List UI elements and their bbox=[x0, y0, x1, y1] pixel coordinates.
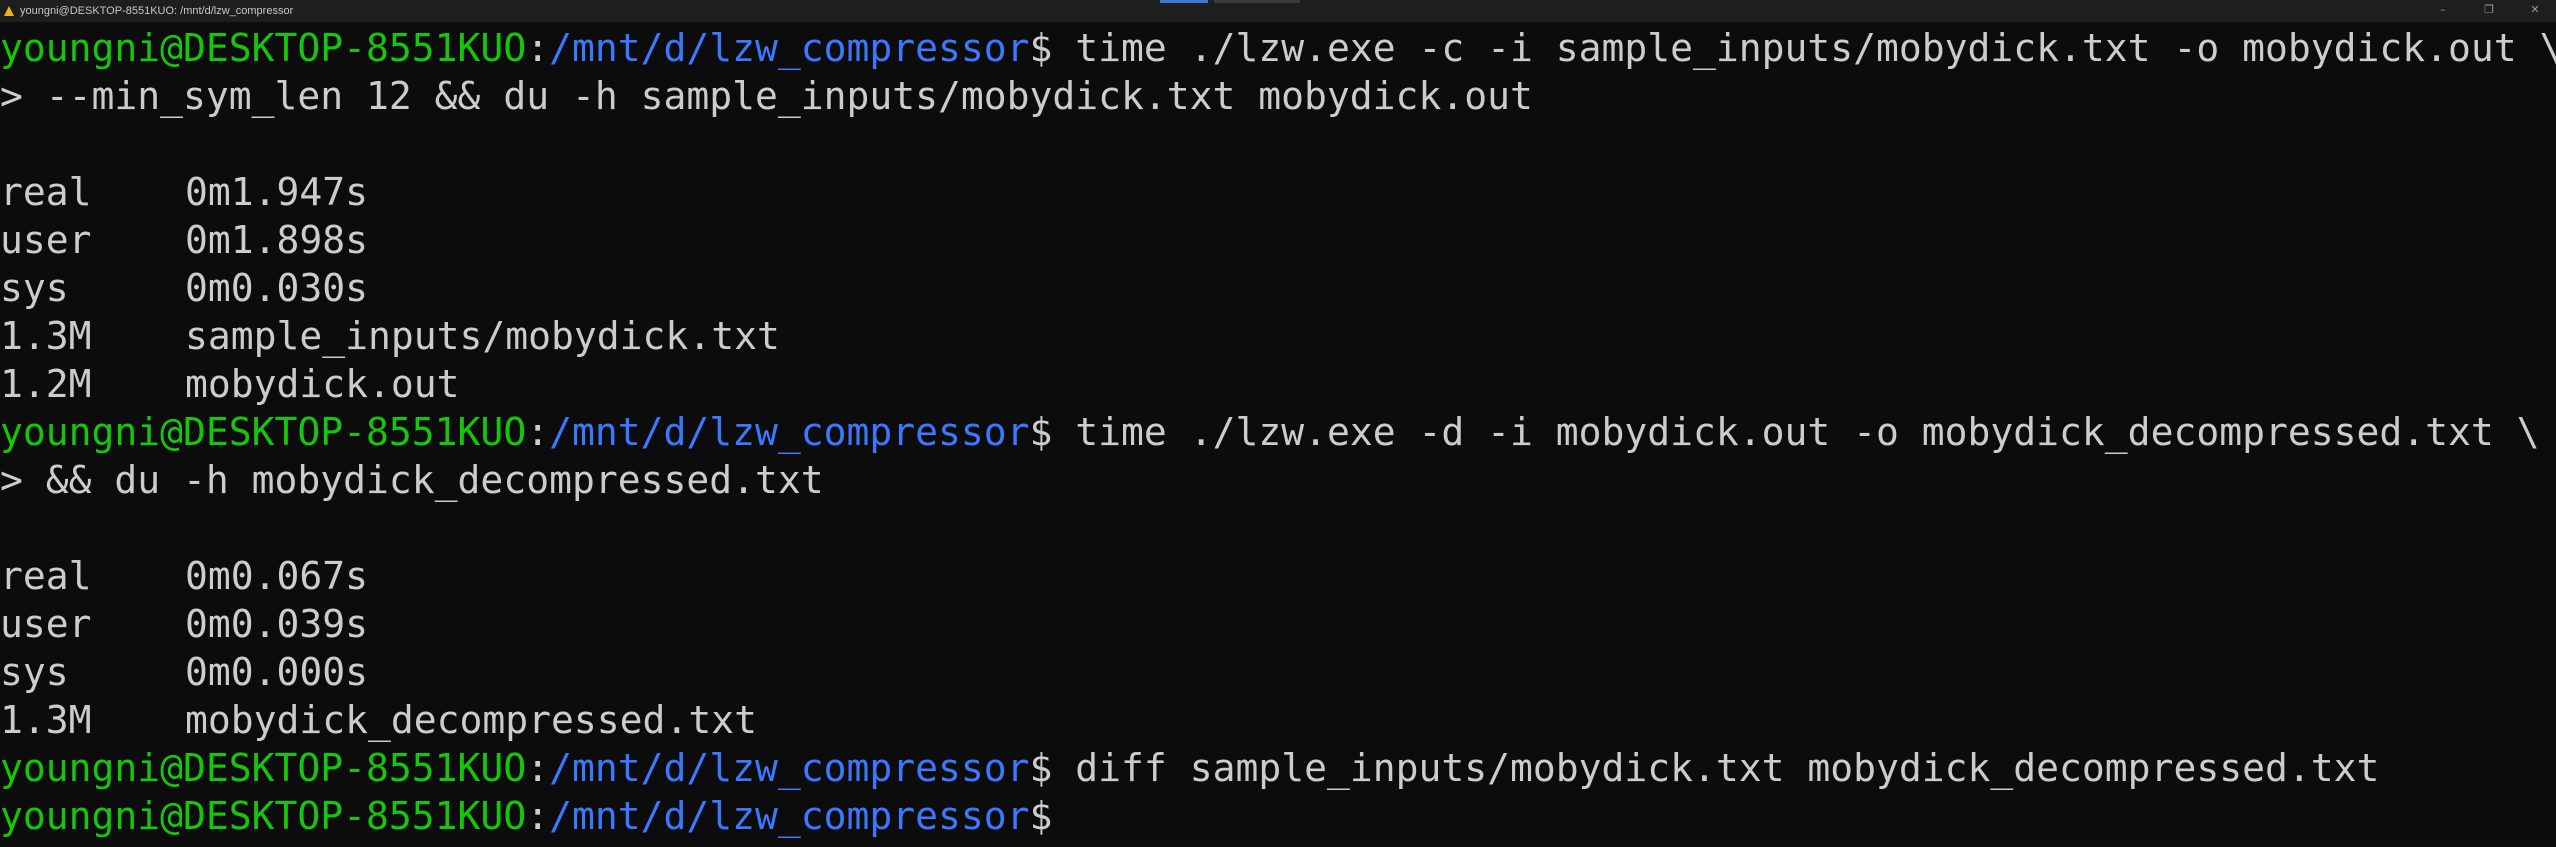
timing-sys: sys 0m0.000s bbox=[0, 648, 368, 696]
title-bar[interactable]: youngni@DESKTOP-8551KUO: /mnt/d/lzw_comp… bbox=[0, 0, 2556, 22]
timing-user: user 0m1.898s bbox=[0, 216, 368, 264]
timing-user: user 0m0.039s bbox=[0, 600, 368, 648]
terminal-output[interactable]: youngni@DESKTOP-8551KUO:/mnt/d/lzw_compr… bbox=[0, 22, 2556, 847]
command-line: youngni@DESKTOP-8551KUO:/mnt/d/lzw_compr… bbox=[0, 744, 2379, 792]
timing-value: 0m1.898s bbox=[185, 218, 369, 262]
prompt-colon: : bbox=[526, 746, 550, 790]
window-title: youngni@DESKTOP-8551KUO: /mnt/d/lzw_comp… bbox=[20, 5, 294, 17]
command-line-current[interactable]: youngni@DESKTOP-8551KUO:/mnt/d/lzw_compr… bbox=[0, 792, 1052, 840]
timing-real: real 0m1.947s bbox=[0, 168, 368, 216]
prompt-colon: : bbox=[526, 410, 550, 454]
prompt-path: /mnt/d/lzw_compressor bbox=[549, 410, 1030, 454]
file-size: 1.3M bbox=[0, 698, 92, 742]
du-output-row: 1.2M mobydick.out bbox=[0, 360, 460, 408]
timing-value: 0m1.947s bbox=[185, 170, 369, 214]
file-name: mobydick_decompressed.txt bbox=[185, 698, 757, 742]
command-continuation: > && du -h mobydick_decompressed.txt bbox=[0, 458, 824, 502]
command-line: youngni@DESKTOP-8551KUO:/mnt/d/lzw_compr… bbox=[0, 24, 2556, 72]
prompt-user-host: youngni@DESKTOP-8551KUO bbox=[0, 746, 527, 790]
timing-label: real bbox=[0, 554, 92, 598]
command-line: youngni@DESKTOP-8551KUO:/mnt/d/lzw_compr… bbox=[0, 408, 2540, 456]
timing-value: 0m0.030s bbox=[185, 266, 369, 310]
minimize-button[interactable]: – bbox=[2420, 0, 2466, 22]
close-button[interactable]: ✕ bbox=[2512, 0, 2556, 22]
timing-label: sys bbox=[0, 650, 69, 694]
prompt-path: /mnt/d/lzw_compressor bbox=[549, 26, 1030, 70]
prompt-user-host: youngni@DESKTOP-8551KUO bbox=[0, 794, 527, 838]
command-text: diff sample_inputs/mobydick.txt mobydick… bbox=[1052, 746, 2380, 790]
prompt-path: /mnt/d/lzw_compressor bbox=[549, 794, 1030, 838]
timing-label: user bbox=[0, 602, 92, 646]
timing-label: real bbox=[0, 170, 92, 214]
linux-tux-icon bbox=[4, 6, 14, 16]
timing-value: 0m0.067s bbox=[185, 554, 369, 598]
inactive-tab-indicator[interactable] bbox=[1214, 0, 1300, 3]
timing-label: user bbox=[0, 218, 92, 262]
terminal-window: youngni@DESKTOP-8551KUO: /mnt/d/lzw_comp… bbox=[0, 0, 2556, 847]
command-text: time ./lzw.exe -c -i sample_inputs/mobyd… bbox=[1052, 26, 2556, 70]
file-name: sample_inputs/mobydick.txt bbox=[185, 314, 780, 358]
prompt-symbol: $ bbox=[1029, 26, 1053, 70]
prompt-user-host: youngni@DESKTOP-8551KUO bbox=[0, 26, 527, 70]
prompt-colon: : bbox=[526, 794, 550, 838]
active-tab-indicator[interactable] bbox=[1160, 0, 1208, 3]
command-continuation: > --min_sym_len 12 && du -h sample_input… bbox=[0, 74, 1533, 118]
file-size: 1.3M bbox=[0, 314, 92, 358]
prompt-user-host: youngni@DESKTOP-8551KUO bbox=[0, 410, 527, 454]
timing-value: 0m0.039s bbox=[185, 602, 369, 646]
prompt-colon: : bbox=[526, 26, 550, 70]
timing-value: 0m0.000s bbox=[185, 650, 369, 694]
file-size: 1.2M bbox=[0, 362, 92, 406]
timing-sys: sys 0m0.030s bbox=[0, 264, 368, 312]
du-output-row: 1.3M sample_inputs/mobydick.txt bbox=[0, 312, 780, 360]
file-name: mobydick.out bbox=[185, 362, 460, 406]
maximize-button[interactable]: ❐ bbox=[2466, 0, 2512, 22]
prompt-symbol: $ bbox=[1029, 746, 1053, 790]
command-text: time ./lzw.exe -d -i mobydick.out -o mob… bbox=[1052, 410, 2540, 454]
prompt-path: /mnt/d/lzw_compressor bbox=[549, 746, 1030, 790]
timing-label: sys bbox=[0, 266, 69, 310]
du-output-row: 1.3M mobydick_decompressed.txt bbox=[0, 696, 757, 744]
prompt-symbol: $ bbox=[1029, 794, 1053, 838]
prompt-symbol: $ bbox=[1029, 410, 1053, 454]
timing-real: real 0m0.067s bbox=[0, 552, 368, 600]
